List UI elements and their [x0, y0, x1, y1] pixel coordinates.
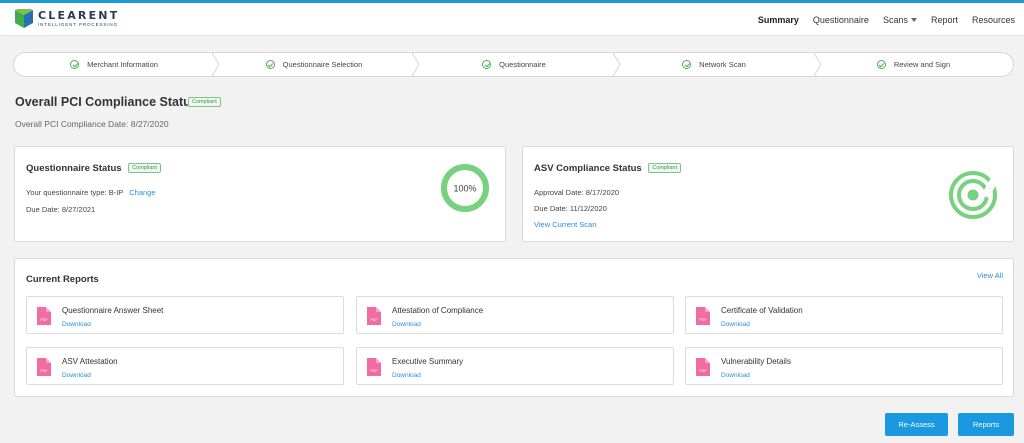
card-title: Questionnaire Status Compliant: [26, 163, 161, 174]
report-name: ASV Attestation: [62, 357, 118, 366]
download-link[interactable]: Download: [62, 372, 91, 379]
questionnaire-type-text: Your questionnaire type: B-IP: [26, 188, 124, 197]
nav-scans[interactable]: Scans: [883, 15, 917, 25]
step-review-and-sign[interactable]: Review and Sign: [814, 53, 1013, 76]
card-title-text: ASV Compliance Status: [534, 163, 642, 174]
report-name: Attestation of Compliance: [392, 306, 484, 315]
asv-due-date: Due Date: 11/12/2020: [534, 204, 607, 213]
progress-donut: 100%: [441, 164, 489, 212]
status-badge: Compliant: [648, 163, 682, 174]
status-badge: Compliant: [128, 163, 161, 174]
step-questionnaire[interactable]: Questionnaire: [414, 53, 614, 76]
report-item-asv-attestation[interactable]: PDF ASV Attestation Download: [26, 347, 344, 385]
report-item-certificate-of-validation[interactable]: PDF Certificate of Validation Download: [685, 296, 1003, 334]
report-name: Questionnaire Answer Sheet: [62, 306, 164, 315]
overall-compliance-date: Overall PCI Compliance Date: 8/27/2020: [15, 119, 169, 129]
report-name: Certificate of Validation: [721, 306, 803, 315]
report-item-executive-summary[interactable]: PDF Executive Summary Download: [356, 347, 674, 385]
svg-text:PDF: PDF: [370, 369, 378, 373]
asv-compliance-card: ASV Compliance Status Compliant Approval…: [522, 146, 1014, 242]
progress-donut-label: 100%: [453, 184, 476, 194]
progress-stepper: Merchant Information Questionnaire Selec…: [13, 52, 1014, 77]
check-circle-icon: [482, 60, 492, 69]
step-network-scan[interactable]: Network Scan: [614, 53, 814, 76]
pdf-file-icon: PDF: [367, 358, 381, 376]
check-circle-icon: [682, 60, 692, 69]
step-label: Review and Sign: [893, 60, 951, 69]
questionnaire-type: Your questionnaire type: B-IP Change: [26, 188, 156, 197]
chevron-down-icon: [910, 18, 917, 23]
svg-text:PDF: PDF: [40, 369, 48, 373]
report-item-vulnerability-details[interactable]: PDF Vulnerability Details Download: [685, 347, 1003, 385]
reports-button[interactable]: Reports: [958, 413, 1014, 436]
pdf-file-icon: PDF: [37, 358, 51, 376]
check-circle-icon: [70, 60, 80, 69]
report-item-attestation-of-compliance[interactable]: PDF Attestation of Compliance Download: [356, 296, 674, 334]
nav-summary[interactable]: Summary: [758, 15, 799, 25]
re-assess-button[interactable]: Re-Assess: [885, 413, 948, 436]
report-item-questionnaire-answer-sheet[interactable]: PDF Questionnaire Answer Sheet Download: [26, 296, 344, 334]
download-link[interactable]: Download: [392, 321, 421, 328]
download-link[interactable]: Download: [62, 321, 91, 328]
page-title: Overall PCI Compliance Status Compliant: [15, 95, 221, 109]
step-label: Network Scan: [699, 60, 746, 69]
logo-tagline: INTELLIGENT PROCESSING: [38, 22, 118, 27]
main-nav: Summary Questionnaire Scans Report Resou…: [744, 3, 1015, 36]
asv-approval-date: Approval Date: 8/17/2020: [534, 188, 620, 197]
pdf-file-icon: PDF: [696, 307, 710, 325]
pdf-file-icon: PDF: [37, 307, 51, 325]
questionnaire-due-date: Due Date: 8/27/2021: [26, 205, 96, 214]
pdf-file-icon: PDF: [367, 307, 381, 325]
card-title: ASV Compliance Status Compliant: [534, 163, 682, 174]
nav-questionnaire[interactable]: Questionnaire: [813, 15, 869, 25]
nav-report[interactable]: Report: [931, 15, 958, 25]
view-current-scan-link[interactable]: View Current Scan: [534, 220, 596, 229]
check-circle-icon: [265, 60, 275, 69]
svg-text:PDF: PDF: [370, 318, 378, 322]
nav-scans-label: Scans: [882, 14, 908, 25]
app-header: CLEARENT INTELLIGENT PROCESSING Summary …: [0, 3, 1024, 36]
nav-resources[interactable]: Resources: [972, 15, 1015, 25]
svg-text:PDF: PDF: [40, 318, 48, 322]
report-name: Executive Summary: [392, 357, 464, 366]
clearent-logo-icon: [15, 9, 33, 28]
download-link[interactable]: Download: [392, 372, 421, 379]
report-name: Vulnerability Details: [721, 357, 791, 366]
view-all-link[interactable]: View All: [977, 271, 1003, 280]
step-label: Merchant Information: [87, 60, 158, 69]
change-link[interactable]: Change: [129, 188, 155, 197]
logo-wordmark: CLEARENT: [38, 9, 120, 22]
card-title-text: Questionnaire Status: [26, 163, 122, 174]
scan-target-icon: [949, 171, 998, 219]
status-badge: Compliant: [188, 97, 221, 107]
current-reports-panel: Current Reports View All PDF Questionnai…: [14, 258, 1014, 397]
clearent-logo[interactable]: CLEARENT INTELLIGENT PROCESSING: [14, 9, 119, 29]
download-link[interactable]: Download: [721, 372, 750, 379]
step-questionnaire-selection[interactable]: Questionnaire Selection: [214, 53, 414, 76]
svg-text:PDF: PDF: [699, 318, 707, 322]
reports-title: Current Reports: [26, 274, 99, 285]
download-link[interactable]: Download: [721, 321, 750, 328]
check-circle-icon: [876, 60, 886, 69]
step-merchant-information[interactable]: Merchant Information: [14, 53, 214, 76]
step-label: Questionnaire: [499, 60, 546, 69]
svg-text:PDF: PDF: [699, 369, 707, 373]
pdf-file-icon: PDF: [696, 358, 710, 376]
step-label: Questionnaire Selection: [282, 60, 363, 69]
page-title-text: Overall PCI Compliance Status: [15, 95, 198, 109]
questionnaire-status-card: Questionnaire Status Compliant Your ques…: [14, 146, 506, 242]
